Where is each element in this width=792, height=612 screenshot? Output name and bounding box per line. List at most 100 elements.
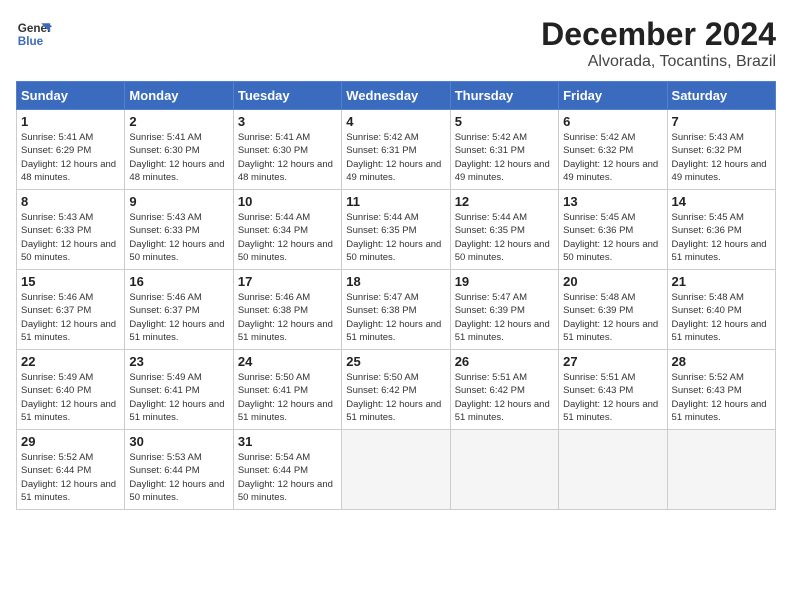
day-number: 10 <box>238 194 337 209</box>
calendar-cell: 21 Sunrise: 5:48 AMSunset: 6:40 PMDaylig… <box>667 270 775 350</box>
calendar-cell: 27 Sunrise: 5:51 AMSunset: 6:43 PMDaylig… <box>559 350 667 430</box>
calendar-cell <box>342 430 450 510</box>
calendar-cell: 4 Sunrise: 5:42 AMSunset: 6:31 PMDayligh… <box>342 110 450 190</box>
calendar-cell: 3 Sunrise: 5:41 AMSunset: 6:30 PMDayligh… <box>233 110 341 190</box>
day-detail: Sunrise: 5:41 AMSunset: 6:29 PMDaylight:… <box>21 131 120 184</box>
day-detail: Sunrise: 5:49 AMSunset: 6:40 PMDaylight:… <box>21 371 120 424</box>
calendar-cell: 25 Sunrise: 5:50 AMSunset: 6:42 PMDaylig… <box>342 350 450 430</box>
calendar-week-row: 29 Sunrise: 5:52 AMSunset: 6:44 PMDaylig… <box>17 430 776 510</box>
day-header-sunday: Sunday <box>17 82 125 110</box>
day-detail: Sunrise: 5:45 AMSunset: 6:36 PMDaylight:… <box>672 211 771 264</box>
day-detail: Sunrise: 5:42 AMSunset: 6:31 PMDaylight:… <box>455 131 554 184</box>
day-number: 21 <box>672 274 771 289</box>
calendar-week-row: 1 Sunrise: 5:41 AMSunset: 6:29 PMDayligh… <box>17 110 776 190</box>
day-number: 1 <box>21 114 120 129</box>
day-number: 12 <box>455 194 554 209</box>
calendar-cell: 12 Sunrise: 5:44 AMSunset: 6:35 PMDaylig… <box>450 190 558 270</box>
day-number: 28 <box>672 354 771 369</box>
day-number: 27 <box>563 354 662 369</box>
day-detail: Sunrise: 5:44 AMSunset: 6:35 PMDaylight:… <box>346 211 445 264</box>
calendar-cell: 22 Sunrise: 5:49 AMSunset: 6:40 PMDaylig… <box>17 350 125 430</box>
day-detail: Sunrise: 5:46 AMSunset: 6:37 PMDaylight:… <box>21 291 120 344</box>
day-number: 23 <box>129 354 228 369</box>
calendar-cell: 8 Sunrise: 5:43 AMSunset: 6:33 PMDayligh… <box>17 190 125 270</box>
calendar-cell: 19 Sunrise: 5:47 AMSunset: 6:39 PMDaylig… <box>450 270 558 350</box>
location-title: Alvorada, Tocantins, Brazil <box>541 53 776 71</box>
calendar-cell: 20 Sunrise: 5:48 AMSunset: 6:39 PMDaylig… <box>559 270 667 350</box>
calendar-cell: 31 Sunrise: 5:54 AMSunset: 6:44 PMDaylig… <box>233 430 341 510</box>
calendar-cell: 9 Sunrise: 5:43 AMSunset: 6:33 PMDayligh… <box>125 190 233 270</box>
calendar-cell: 1 Sunrise: 5:41 AMSunset: 6:29 PMDayligh… <box>17 110 125 190</box>
calendar-cell: 11 Sunrise: 5:44 AMSunset: 6:35 PMDaylig… <box>342 190 450 270</box>
day-number: 16 <box>129 274 228 289</box>
day-number: 3 <box>238 114 337 129</box>
day-detail: Sunrise: 5:52 AMSunset: 6:44 PMDaylight:… <box>21 451 120 504</box>
day-number: 24 <box>238 354 337 369</box>
calendar-cell: 23 Sunrise: 5:49 AMSunset: 6:41 PMDaylig… <box>125 350 233 430</box>
svg-text:Blue: Blue <box>18 35 44 48</box>
day-detail: Sunrise: 5:46 AMSunset: 6:37 PMDaylight:… <box>129 291 228 344</box>
calendar-week-row: 22 Sunrise: 5:49 AMSunset: 6:40 PMDaylig… <box>17 350 776 430</box>
day-header-monday: Monday <box>125 82 233 110</box>
day-detail: Sunrise: 5:42 AMSunset: 6:32 PMDaylight:… <box>563 131 662 184</box>
calendar-cell: 2 Sunrise: 5:41 AMSunset: 6:30 PMDayligh… <box>125 110 233 190</box>
calendar-cell <box>450 430 558 510</box>
calendar-cell: 14 Sunrise: 5:45 AMSunset: 6:36 PMDaylig… <box>667 190 775 270</box>
day-detail: Sunrise: 5:45 AMSunset: 6:36 PMDaylight:… <box>563 211 662 264</box>
calendar-cell: 26 Sunrise: 5:51 AMSunset: 6:42 PMDaylig… <box>450 350 558 430</box>
month-title: December 2024 <box>541 16 776 53</box>
day-number: 2 <box>129 114 228 129</box>
day-number: 25 <box>346 354 445 369</box>
day-detail: Sunrise: 5:44 AMSunset: 6:34 PMDaylight:… <box>238 211 337 264</box>
day-detail: Sunrise: 5:54 AMSunset: 6:44 PMDaylight:… <box>238 451 337 504</box>
calendar-cell: 30 Sunrise: 5:53 AMSunset: 6:44 PMDaylig… <box>125 430 233 510</box>
day-detail: Sunrise: 5:42 AMSunset: 6:31 PMDaylight:… <box>346 131 445 184</box>
day-detail: Sunrise: 5:51 AMSunset: 6:42 PMDaylight:… <box>455 371 554 424</box>
day-detail: Sunrise: 5:41 AMSunset: 6:30 PMDaylight:… <box>238 131 337 184</box>
day-detail: Sunrise: 5:43 AMSunset: 6:33 PMDaylight:… <box>129 211 228 264</box>
day-number: 18 <box>346 274 445 289</box>
day-detail: Sunrise: 5:47 AMSunset: 6:38 PMDaylight:… <box>346 291 445 344</box>
calendar-cell: 5 Sunrise: 5:42 AMSunset: 6:31 PMDayligh… <box>450 110 558 190</box>
calendar-table: SundayMondayTuesdayWednesdayThursdayFrid… <box>16 81 776 510</box>
day-header-friday: Friday <box>559 82 667 110</box>
day-detail: Sunrise: 5:43 AMSunset: 6:33 PMDaylight:… <box>21 211 120 264</box>
title-area: December 2024 Alvorada, Tocantins, Brazi… <box>541 16 776 71</box>
day-detail: Sunrise: 5:44 AMSunset: 6:35 PMDaylight:… <box>455 211 554 264</box>
day-detail: Sunrise: 5:43 AMSunset: 6:32 PMDaylight:… <box>672 131 771 184</box>
day-header-thursday: Thursday <box>450 82 558 110</box>
day-number: 11 <box>346 194 445 209</box>
day-detail: Sunrise: 5:41 AMSunset: 6:30 PMDaylight:… <box>129 131 228 184</box>
day-number: 6 <box>563 114 662 129</box>
day-detail: Sunrise: 5:48 AMSunset: 6:39 PMDaylight:… <box>563 291 662 344</box>
day-header-wednesday: Wednesday <box>342 82 450 110</box>
day-number: 30 <box>129 434 228 449</box>
header-row: SundayMondayTuesdayWednesdayThursdayFrid… <box>17 82 776 110</box>
day-detail: Sunrise: 5:50 AMSunset: 6:41 PMDaylight:… <box>238 371 337 424</box>
day-detail: Sunrise: 5:48 AMSunset: 6:40 PMDaylight:… <box>672 291 771 344</box>
day-number: 22 <box>21 354 120 369</box>
calendar-cell: 29 Sunrise: 5:52 AMSunset: 6:44 PMDaylig… <box>17 430 125 510</box>
day-number: 26 <box>455 354 554 369</box>
calendar-cell: 7 Sunrise: 5:43 AMSunset: 6:32 PMDayligh… <box>667 110 775 190</box>
calendar-cell: 17 Sunrise: 5:46 AMSunset: 6:38 PMDaylig… <box>233 270 341 350</box>
day-detail: Sunrise: 5:50 AMSunset: 6:42 PMDaylight:… <box>346 371 445 424</box>
calendar-week-row: 8 Sunrise: 5:43 AMSunset: 6:33 PMDayligh… <box>17 190 776 270</box>
calendar-cell: 6 Sunrise: 5:42 AMSunset: 6:32 PMDayligh… <box>559 110 667 190</box>
day-detail: Sunrise: 5:47 AMSunset: 6:39 PMDaylight:… <box>455 291 554 344</box>
day-header-saturday: Saturday <box>667 82 775 110</box>
day-number: 17 <box>238 274 337 289</box>
calendar-cell: 24 Sunrise: 5:50 AMSunset: 6:41 PMDaylig… <box>233 350 341 430</box>
day-detail: Sunrise: 5:53 AMSunset: 6:44 PMDaylight:… <box>129 451 228 504</box>
day-detail: Sunrise: 5:49 AMSunset: 6:41 PMDaylight:… <box>129 371 228 424</box>
calendar-week-row: 15 Sunrise: 5:46 AMSunset: 6:37 PMDaylig… <box>17 270 776 350</box>
day-number: 4 <box>346 114 445 129</box>
day-number: 8 <box>21 194 120 209</box>
calendar-cell: 18 Sunrise: 5:47 AMSunset: 6:38 PMDaylig… <box>342 270 450 350</box>
logo-icon: General Blue <box>16 16 52 52</box>
day-number: 31 <box>238 434 337 449</box>
day-detail: Sunrise: 5:51 AMSunset: 6:43 PMDaylight:… <box>563 371 662 424</box>
day-number: 15 <box>21 274 120 289</box>
calendar-cell <box>559 430 667 510</box>
calendar-cell: 13 Sunrise: 5:45 AMSunset: 6:36 PMDaylig… <box>559 190 667 270</box>
